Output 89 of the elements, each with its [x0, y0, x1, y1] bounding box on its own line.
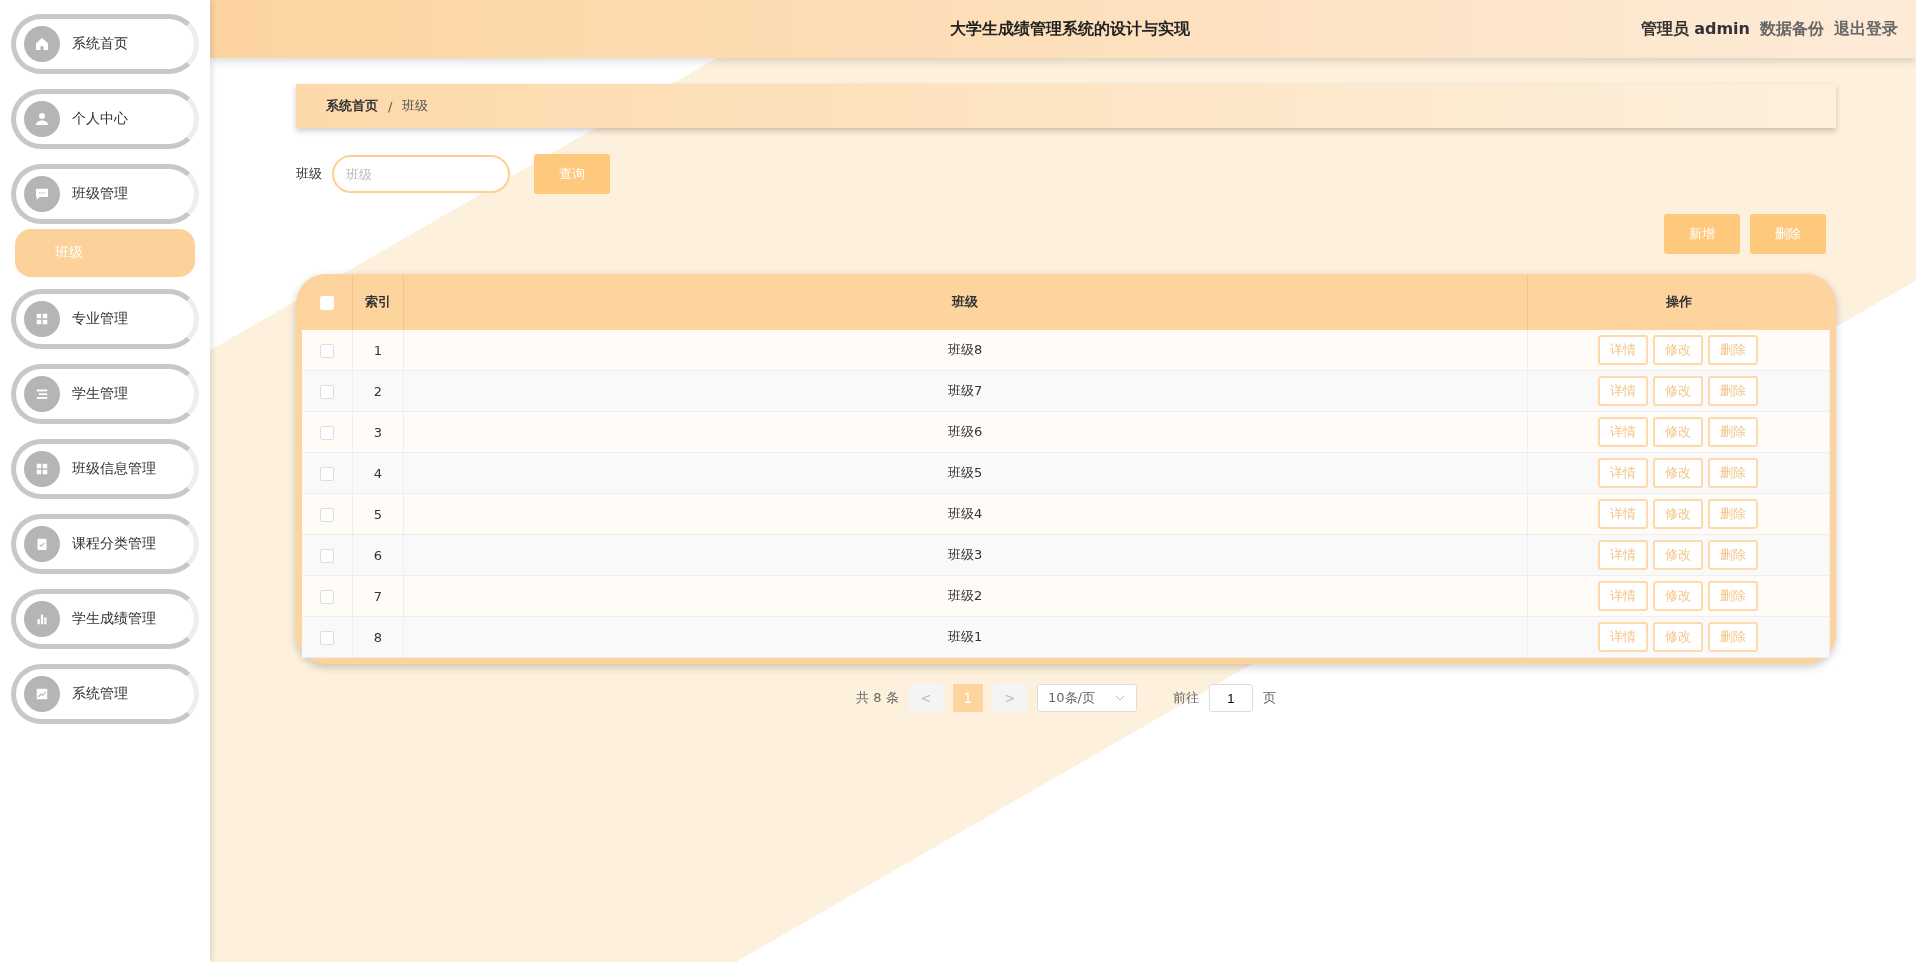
grid-icon	[24, 451, 60, 487]
field-label: 班级	[296, 165, 322, 183]
row-action-button[interactable]: 修改	[1653, 622, 1704, 652]
page-size-select[interactable]: 10条/页	[1036, 684, 1137, 712]
table-cell: 班级4	[403, 493, 1527, 535]
row-action-button[interactable]: 修改	[1653, 499, 1704, 529]
home-icon	[24, 26, 60, 62]
action-button[interactable]: 删除	[1750, 214, 1826, 254]
sidebar-item[interactable]: 个人中心	[11, 89, 199, 149]
search-button[interactable]: 查询	[534, 154, 610, 194]
row-action-button[interactable]: 删除	[1708, 376, 1759, 406]
row-action-button[interactable]: 详情	[1598, 458, 1649, 488]
row-action-button[interactable]: 删除	[1708, 581, 1759, 611]
goto-page-field[interactable]: 1	[1208, 684, 1253, 712]
sidebar-item[interactable]: 班级信息管理	[11, 439, 199, 499]
header-link[interactable]: 数据备份	[1760, 18, 1824, 40]
row-action-button[interactable]: 修改	[1653, 581, 1704, 611]
table-cell: 6	[352, 534, 404, 576]
breadcrumb-item[interactable]: 系统首页	[326, 97, 378, 115]
row-action-button[interactable]: 删除	[1708, 417, 1759, 447]
sidebar-item[interactable]: 课程分类管理	[11, 514, 199, 574]
column-header: 操作	[1527, 274, 1830, 330]
checkbox[interactable]	[320, 425, 334, 440]
table-cell: 7	[352, 575, 404, 617]
table-cell: 班级6	[403, 411, 1527, 453]
breadcrumb-separator: /	[388, 98, 393, 114]
clipboard-icon	[24, 526, 60, 562]
table-cell: 8	[352, 616, 404, 658]
sidebar-item[interactable]: 班级管理	[11, 164, 199, 224]
row-action-button[interactable]: 删除	[1708, 458, 1759, 488]
trend-icon	[24, 676, 60, 712]
table-cell: 2	[352, 370, 404, 412]
sidebar-item[interactable]: 专业管理	[11, 289, 199, 349]
table-cell: 班级1	[403, 616, 1527, 658]
sidebar-item[interactable]: 系统管理	[11, 664, 199, 724]
row-action-button[interactable]: 删除	[1708, 499, 1759, 529]
row-action-button[interactable]: 详情	[1598, 376, 1649, 406]
header-link[interactable]: 退出登录	[1834, 18, 1898, 40]
person-icon	[24, 101, 60, 137]
checkbox[interactable]	[320, 548, 334, 563]
action-button[interactable]: 新增	[1664, 214, 1740, 254]
checkbox[interactable]	[320, 384, 334, 399]
breadcrumb-item: 班级	[402, 97, 429, 115]
row-action-button[interactable]: 详情	[1598, 335, 1649, 365]
table-cell: 4	[352, 452, 404, 494]
user-label: 管理员 admin	[1640, 18, 1750, 40]
checkbox[interactable]	[320, 343, 334, 358]
page-suffix: 页	[1262, 689, 1276, 707]
table-cell: 3	[352, 411, 404, 453]
table-cell: 班级7	[403, 370, 1527, 412]
sidebar-subitem[interactable]: 班级	[15, 229, 195, 277]
row-action-button[interactable]: 详情	[1598, 499, 1649, 529]
chevron-down-icon	[1115, 695, 1126, 701]
checkbox[interactable]	[320, 630, 334, 645]
search-field[interactable]: 班级	[332, 155, 510, 193]
page-number-button[interactable]: 1	[952, 684, 983, 712]
table-cell: 班级3	[403, 534, 1527, 576]
sidebar-item[interactable]: 系统首页	[11, 14, 199, 74]
row-action-button[interactable]: 详情	[1598, 540, 1649, 570]
bars-icon	[24, 601, 60, 637]
table-cell: 班级5	[403, 452, 1527, 494]
row-action-button[interactable]: 修改	[1653, 540, 1704, 570]
table-cell: 5	[352, 493, 404, 535]
row-action-button[interactable]: 删除	[1708, 622, 1759, 652]
list-icon	[24, 376, 60, 412]
chat-icon	[24, 176, 60, 212]
checkbox[interactable]	[320, 507, 334, 522]
prev-page-button[interactable]: <	[908, 684, 943, 712]
total-count: 共 8 条	[856, 689, 899, 707]
row-action-button[interactable]: 修改	[1653, 417, 1704, 447]
checkbox[interactable]	[320, 589, 334, 604]
checkbox[interactable]	[320, 466, 334, 481]
row-action-button[interactable]: 修改	[1653, 376, 1704, 406]
table-cell: 班级8	[403, 330, 1527, 371]
row-action-button[interactable]: 详情	[1598, 581, 1649, 611]
app-title: 大学生成绩管理系统的设计与实现	[950, 18, 1190, 40]
sidebar-item[interactable]: 学生管理	[11, 364, 199, 424]
table-cell: 班级2	[403, 575, 1527, 617]
goto-label: 前往	[1172, 689, 1199, 707]
next-page-button[interactable]: >	[992, 684, 1027, 712]
row-action-button[interactable]: 详情	[1598, 417, 1649, 447]
row-action-button[interactable]: 删除	[1708, 335, 1759, 365]
row-action-button[interactable]: 详情	[1598, 622, 1649, 652]
table-cell: 1	[352, 330, 404, 371]
row-action-button[interactable]: 修改	[1653, 335, 1704, 365]
grid-icon	[24, 301, 60, 337]
sidebar-item[interactable]: 学生成绩管理	[11, 589, 199, 649]
row-action-button[interactable]: 修改	[1653, 458, 1704, 488]
row-action-button[interactable]: 删除	[1708, 540, 1759, 570]
